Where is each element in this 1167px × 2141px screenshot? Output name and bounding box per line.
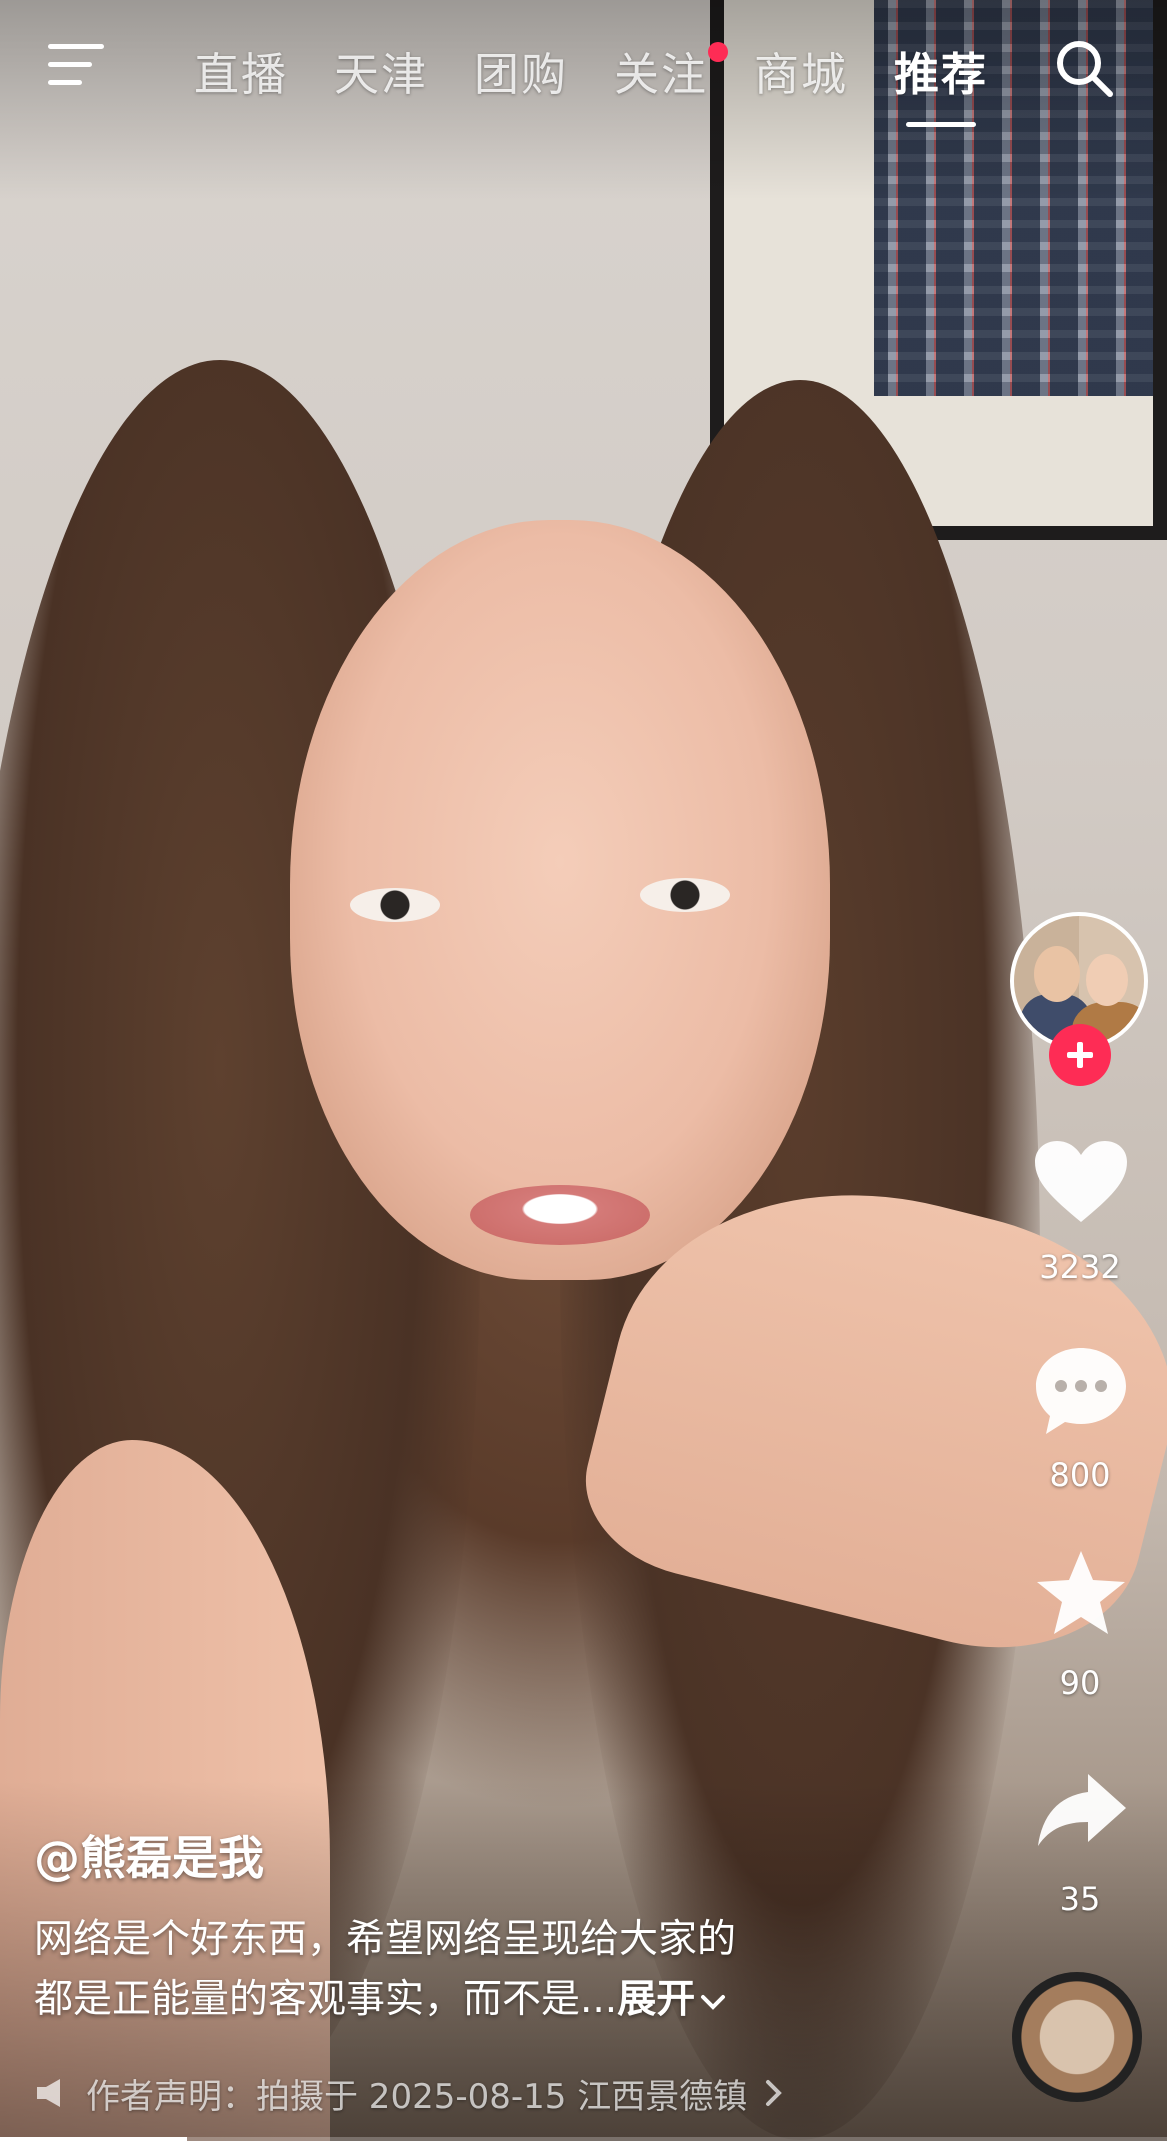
- declaration-text: 作者声明：拍摄于 2025-08-15 江西景德镇: [86, 2076, 748, 2117]
- video-frame[interactable]: [0, 0, 1167, 2141]
- favorite-count: 90: [1059, 1664, 1101, 1702]
- heart-icon[interactable]: [1032, 1138, 1130, 1226]
- like-count: 3232: [1039, 1248, 1121, 1286]
- music-disc[interactable]: [1012, 1972, 1142, 2102]
- tab-live[interactable]: 直播: [194, 38, 288, 103]
- video-description: 网络是个好东西，希望网络呈现给大家的 都是正能量的客观事实，而不是...展开: [34, 1910, 894, 2030]
- search-icon[interactable]: [1052, 36, 1116, 100]
- mouth: [470, 1185, 650, 1245]
- right-eye: [640, 878, 730, 912]
- left-eye: [350, 888, 440, 922]
- tab-following[interactable]: 关注: [614, 38, 708, 103]
- expand-button[interactable]: 展开: [617, 1977, 727, 2022]
- author-declaration[interactable]: 作者声明：拍摄于 2025-08-15 江西景德镇: [34, 2068, 785, 2118]
- author-name[interactable]: @熊磊是我: [34, 1822, 264, 1888]
- expand-label: 展开: [617, 1977, 696, 2022]
- comment-count: 800: [1049, 1456, 1111, 1494]
- tab-recommend[interactable]: 推荐: [894, 38, 988, 103]
- plus-icon: [1067, 1042, 1093, 1068]
- tab-tianjin[interactable]: 天津: [334, 38, 428, 103]
- menu-icon[interactable]: [48, 40, 110, 90]
- chevron-down-icon: [701, 1995, 726, 2010]
- video-progress-fill: [0, 2137, 187, 2141]
- tab-mall[interactable]: 商城: [754, 38, 848, 103]
- description-line-2: 都是正能量的客观事实，而不是...: [34, 1977, 618, 2022]
- notification-dot: [708, 42, 728, 62]
- share-icon[interactable]: [1036, 1770, 1128, 1850]
- video-progress-bar[interactable]: [0, 2137, 1167, 2141]
- description-line-1: 网络是个好东西，希望网络呈现给大家的: [34, 1917, 737, 1962]
- top-nav: 直播 天津 团购 关注 商城 推荐: [0, 22, 1167, 127]
- star-icon[interactable]: [1034, 1548, 1128, 1638]
- comment-icon[interactable]: [1032, 1344, 1130, 1438]
- chevron-right-icon: [766, 2080, 783, 2106]
- active-tab-indicator: [906, 122, 976, 127]
- tab-group-buy[interactable]: 团购: [474, 38, 568, 103]
- megaphone-icon: [37, 2079, 60, 2107]
- share-count: 35: [1059, 1880, 1101, 1918]
- follow-button[interactable]: [1049, 1024, 1111, 1086]
